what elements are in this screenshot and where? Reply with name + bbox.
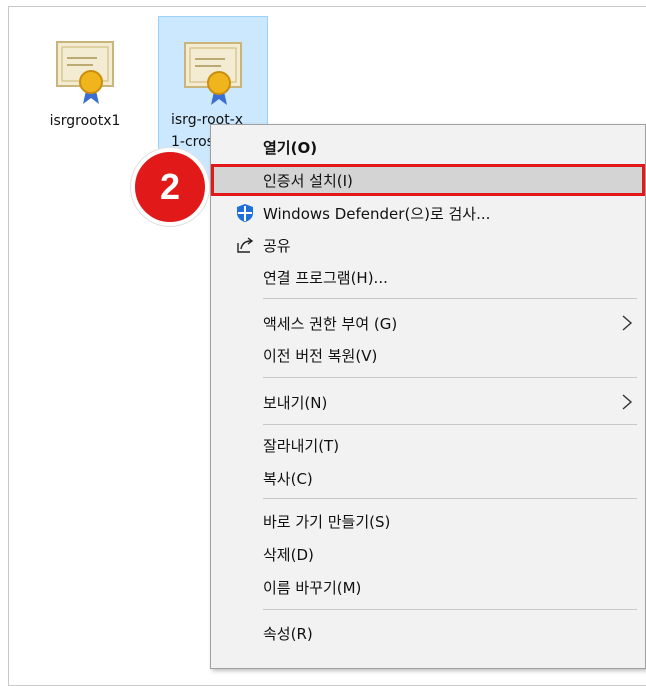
menu-item-label: 이름 바꾸기(M) xyxy=(263,578,362,597)
share-icon xyxy=(237,237,254,253)
menu-item-label: 보내기(N) xyxy=(263,393,328,412)
file-isrgrootx1[interactable]: isrgrootx1 xyxy=(30,18,140,132)
menu-item-open-with[interactable]: 연결 프로그램(H)... xyxy=(211,261,645,293)
menu-item-open[interactable]: 열기(O) xyxy=(211,131,645,163)
menu-item-label: 인증서 설치(I) xyxy=(263,171,353,190)
menu-item-label: 복사(C) xyxy=(263,469,313,488)
menu-separator xyxy=(263,424,637,425)
menu-item-cut[interactable]: 잘라내기(T) xyxy=(211,429,645,461)
menu-separator xyxy=(263,377,637,378)
menu-item-rename[interactable]: 이름 바꾸기(M) xyxy=(211,571,645,603)
menu-item-defender-scan[interactable]: Windows Defender(으)로 검사... xyxy=(211,197,645,229)
menu-separator xyxy=(263,609,637,610)
menu-item-label: 잘라내기(T) xyxy=(263,436,340,455)
menu-item-properties[interactable]: 속성(R) xyxy=(211,617,645,649)
windows-defender-shield-icon xyxy=(237,204,253,222)
menu-item-delete[interactable]: 삭제(D) xyxy=(211,538,645,570)
step-number-badge: 2 xyxy=(131,148,209,226)
menu-item-label: 열기(O) xyxy=(263,138,318,157)
menu-item-restore-previous[interactable]: 이전 버전 복원(V) xyxy=(211,339,645,371)
context-menu: 열기(O) 인증서 설치(I) Windows Defender(으)로 검사.… xyxy=(210,124,646,669)
menu-item-copy[interactable]: 복사(C) xyxy=(211,462,645,494)
menu-item-create-shortcut[interactable]: 바로 가기 만들기(S) xyxy=(211,505,645,537)
certificate-icon xyxy=(184,42,242,105)
menu-separator xyxy=(263,498,637,499)
menu-item-label: 속성(R) xyxy=(263,624,313,643)
chevron-right-icon xyxy=(622,315,633,331)
menu-item-label: 바로 가기 만들기(S) xyxy=(263,512,391,531)
menu-item-label: Windows Defender(으)로 검사... xyxy=(263,204,491,223)
menu-item-share[interactable]: 공유 xyxy=(211,229,645,261)
certificate-icon xyxy=(56,41,114,104)
chevron-right-icon xyxy=(622,394,633,410)
menu-item-label: 공유 xyxy=(263,236,291,255)
file-name: isrgrootx1 xyxy=(49,113,121,129)
menu-item-label: 액세스 권한 부여 (G) xyxy=(263,314,398,333)
menu-item-label: 이전 버전 복원(V) xyxy=(263,346,378,365)
menu-item-label: 삭제(D) xyxy=(263,545,314,564)
menu-separator xyxy=(263,298,637,299)
menu-item-label: 연결 프로그램(H)... xyxy=(263,268,388,287)
menu-item-install-certificate[interactable]: 인증서 설치(I) xyxy=(211,164,645,196)
menu-item-give-access[interactable]: 액세스 권한 부여 (G) xyxy=(211,307,645,339)
menu-item-send-to[interactable]: 보내기(N) xyxy=(211,386,645,418)
